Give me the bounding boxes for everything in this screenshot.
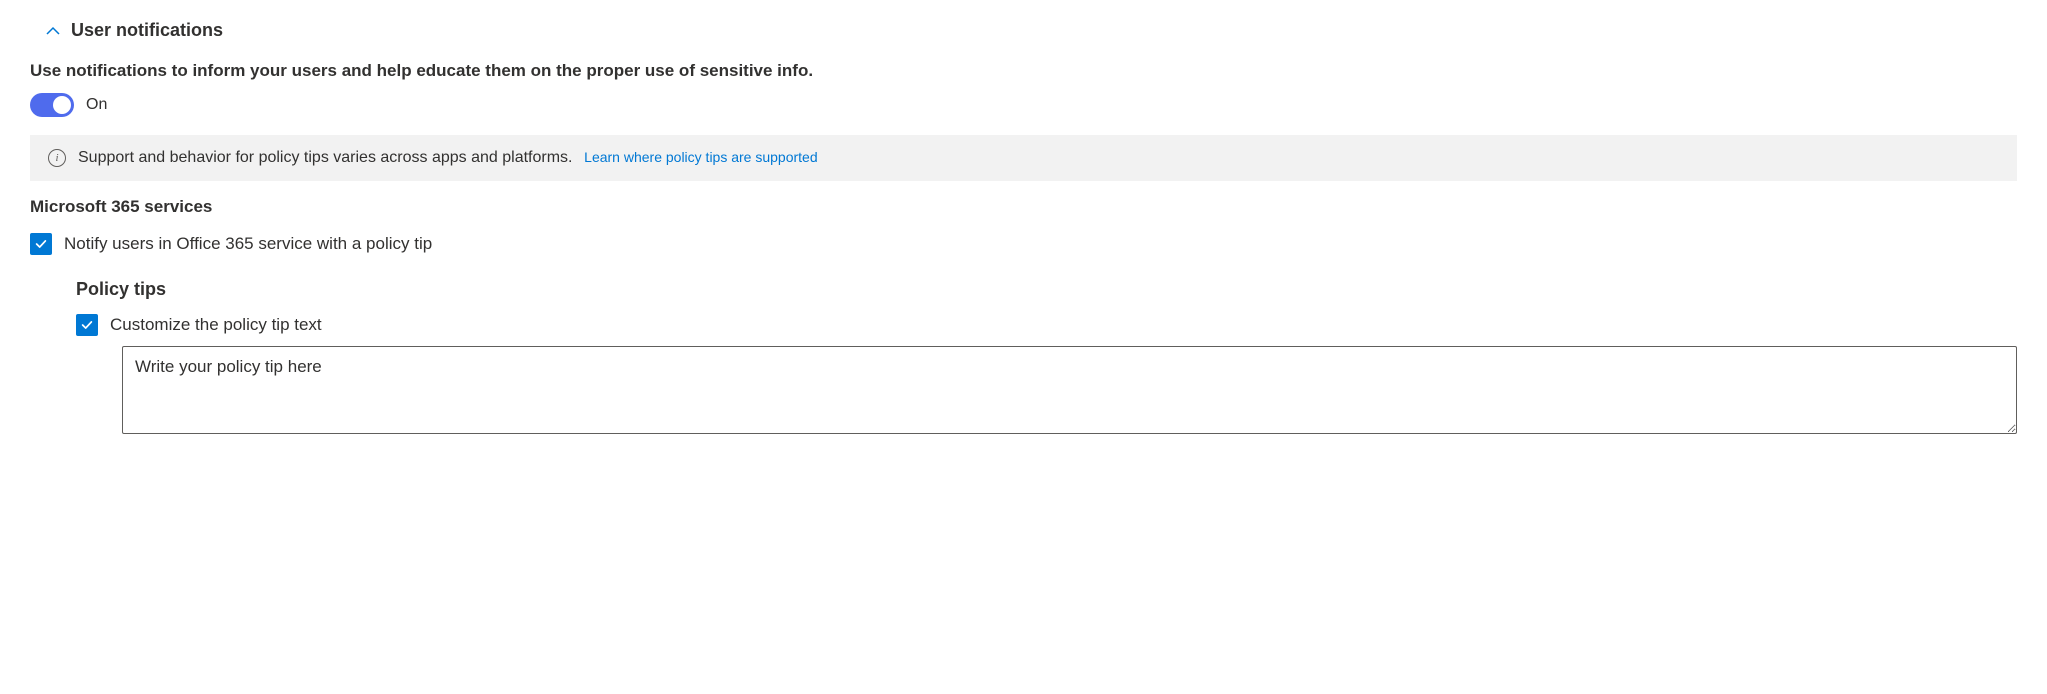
- notifications-toggle-row: On: [30, 93, 2017, 117]
- notify-users-checkbox[interactable]: [30, 233, 52, 255]
- info-content: Support and behavior for policy tips var…: [78, 149, 818, 167]
- policy-tips-title: Policy tips: [76, 279, 2017, 300]
- section-header[interactable]: User notifications: [45, 20, 2017, 41]
- info-bar: i Support and behavior for policy tips v…: [30, 135, 2017, 181]
- policy-tip-textarea-container: Write your policy tip here: [122, 346, 2017, 437]
- customize-tip-label: Customize the policy tip text: [110, 315, 322, 335]
- policy-tip-textarea[interactable]: Write your policy tip here: [122, 346, 2017, 434]
- toggle-state-label: On: [86, 96, 107, 114]
- notify-users-checkbox-row: Notify users in Office 365 service with …: [30, 233, 2017, 255]
- customize-tip-checkbox[interactable]: [76, 314, 98, 336]
- customize-tip-checkbox-row: Customize the policy tip text: [76, 314, 2017, 336]
- section-description: Use notifications to inform your users a…: [30, 61, 2017, 81]
- notifications-toggle[interactable]: [30, 93, 74, 117]
- policy-tips-section: Policy tips Customize the policy tip tex…: [76, 279, 2017, 437]
- info-link[interactable]: Learn where policy tips are supported: [584, 149, 817, 165]
- info-icon: i: [48, 149, 66, 167]
- notify-users-label: Notify users in Office 365 service with …: [64, 234, 432, 254]
- subsection-title: Microsoft 365 services: [30, 197, 2017, 217]
- chevron-up-icon[interactable]: [45, 23, 61, 39]
- toggle-knob: [53, 96, 71, 114]
- section-title: User notifications: [71, 20, 223, 41]
- info-text: Support and behavior for policy tips var…: [78, 149, 572, 166]
